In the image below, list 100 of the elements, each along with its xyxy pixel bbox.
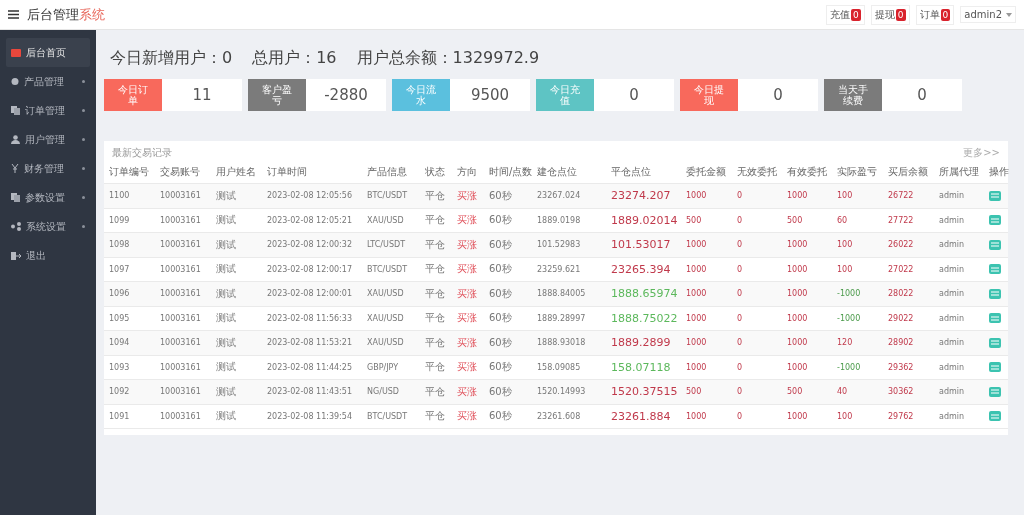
table-cell-text: -1000 bbox=[837, 313, 862, 323]
table-cell-text: 60 bbox=[837, 215, 849, 225]
table-cell-text: 60秒 bbox=[489, 360, 513, 375]
edit-button[interactable] bbox=[989, 239, 1001, 250]
column-header: 委托金额 bbox=[686, 165, 727, 179]
table-cell-text: 0 bbox=[737, 191, 744, 201]
coin-icon bbox=[11, 77, 19, 86]
sidebar-item[interactable]: 订单管理 bbox=[6, 96, 90, 125]
table-cell-text: 10003161 bbox=[160, 338, 202, 348]
column-header: 交易账号 bbox=[160, 165, 201, 179]
table-cell-text: 60秒 bbox=[489, 409, 513, 424]
table-cell-text: 买涨 bbox=[457, 213, 478, 228]
header-button[interactable]: 充值 0 bbox=[826, 4, 865, 25]
header-button[interactable]: 订单 0 bbox=[915, 4, 955, 25]
table-cell-text: GBP/JPY bbox=[367, 362, 400, 372]
sidebar-item[interactable]: 产品管理 bbox=[6, 67, 90, 96]
table-cell-text: 60秒 bbox=[489, 213, 513, 228]
table-cell-text: 60秒 bbox=[489, 237, 513, 252]
column-header: 所属代理 bbox=[939, 165, 980, 179]
count-badge: 0 bbox=[851, 8, 861, 21]
table-cell-text: 0 bbox=[737, 240, 744, 250]
edit-button[interactable] bbox=[989, 215, 1001, 226]
table-cell-text: 买涨 bbox=[457, 262, 478, 277]
exit-icon bbox=[11, 251, 21, 260]
table-cell-text: 23261.608 bbox=[537, 411, 582, 421]
table-cell-text: 买涨 bbox=[457, 237, 478, 252]
table-cell-text: 100 bbox=[837, 191, 854, 201]
stat-label: 客户盈亏 bbox=[248, 79, 306, 111]
user-menu[interactable]: admin2 bbox=[960, 6, 1016, 23]
edit-button[interactable] bbox=[989, 190, 1001, 201]
yen-icon bbox=[11, 164, 19, 173]
table-cell-text: 1000 bbox=[686, 191, 708, 201]
list-icon bbox=[991, 266, 999, 272]
stat-label: 今日流水 bbox=[392, 79, 450, 111]
table-cell-text: 0 bbox=[737, 387, 744, 397]
stat-label: 今日提现 bbox=[680, 79, 738, 111]
stat-label: 今日充值 bbox=[536, 79, 594, 111]
table-cell-text: LTC/USDT bbox=[367, 240, 407, 250]
table-cell-text: 买涨 bbox=[457, 384, 478, 399]
table-cell-text: 买涨 bbox=[457, 335, 478, 350]
table-cell-text: 平仓 bbox=[425, 286, 446, 301]
sidebar-item[interactable]: 后台首页 bbox=[6, 38, 90, 67]
table-cell-text: 测试 bbox=[216, 262, 237, 277]
column-header: 平仓点位 bbox=[611, 165, 652, 179]
table-cell-text: 测试 bbox=[216, 409, 237, 424]
sidebar-item[interactable]: 退出 bbox=[6, 241, 90, 270]
menu-icon[interactable] bbox=[8, 10, 19, 19]
table-cell-text: 1000 bbox=[787, 313, 809, 323]
edit-button[interactable] bbox=[989, 337, 1001, 348]
column-header: 订单时间 bbox=[267, 165, 308, 179]
column-header: 状态 bbox=[425, 165, 446, 179]
table-cell-text: 500 bbox=[686, 387, 703, 397]
summary-text: 今日新增用户：0 bbox=[110, 48, 233, 69]
table-cell-text: 10003161 bbox=[160, 264, 202, 274]
stat-value: 9500 bbox=[469, 85, 511, 106]
sidebar-item[interactable]: 系统设置 bbox=[6, 212, 90, 241]
column-header: 用户姓名 bbox=[216, 165, 257, 179]
table-cell-text: 平仓 bbox=[425, 213, 446, 228]
table-cell-text: 10003161 bbox=[160, 240, 202, 250]
share-icon bbox=[11, 222, 21, 231]
table-cell-text: 测试 bbox=[216, 311, 237, 326]
list-icon bbox=[991, 340, 999, 346]
table-cell-text: 60秒 bbox=[489, 262, 513, 277]
edit-button[interactable] bbox=[989, 264, 1001, 275]
table-cell-text: 1000 bbox=[686, 362, 708, 372]
table-cell-text: 1888.93018 bbox=[537, 338, 587, 348]
table-cell-text: 60秒 bbox=[489, 311, 513, 326]
table-cell-text: 28022 bbox=[888, 289, 915, 299]
copy-icon bbox=[11, 193, 20, 202]
column-header: 订单编号 bbox=[109, 165, 150, 179]
header-button[interactable]: 提现 0 bbox=[870, 4, 910, 25]
list-icon bbox=[991, 217, 999, 223]
table-cell-text: 1000 bbox=[686, 313, 708, 323]
list-icon bbox=[991, 315, 999, 321]
table-cell-text: 0 bbox=[737, 215, 744, 225]
edit-button[interactable] bbox=[989, 411, 1001, 422]
count-badge: 0 bbox=[940, 8, 951, 21]
edit-button[interactable] bbox=[989, 386, 1001, 397]
table-cell-text: -1000 bbox=[837, 362, 862, 372]
table-cell-text: 158.07118 bbox=[611, 360, 672, 374]
app-title: 后台管理系统 bbox=[27, 5, 105, 24]
table-cell-text: 0 bbox=[737, 313, 744, 323]
table-cell-text: 100 bbox=[837, 240, 854, 250]
table-cell-text: 1099 bbox=[109, 215, 131, 225]
table-cell-text: 测试 bbox=[216, 335, 237, 350]
sidebar-item[interactable]: 参数设置 bbox=[6, 183, 90, 212]
table-cell-text: XAU/USD bbox=[367, 289, 405, 299]
table-cell-text: 平仓 bbox=[425, 262, 446, 277]
table-cell-text: 1000 bbox=[787, 191, 809, 201]
table-cell-text: XAU/USD bbox=[367, 313, 405, 323]
edit-button[interactable] bbox=[989, 288, 1001, 299]
table-cell-text: 2023-02-08 12:05:56 bbox=[267, 191, 353, 201]
table-cell-text: 10003161 bbox=[160, 387, 202, 397]
summary-text: 总用户：16 bbox=[252, 48, 337, 69]
sidebar-item[interactable]: 用户管理 bbox=[6, 125, 90, 154]
edit-button[interactable] bbox=[989, 313, 1001, 324]
table-cell-text: 23267.024 bbox=[537, 191, 582, 201]
sidebar-item[interactable]: 财务管理 bbox=[6, 154, 90, 183]
edit-button[interactable] bbox=[989, 362, 1001, 373]
column-header: 无效委托 bbox=[737, 165, 778, 179]
